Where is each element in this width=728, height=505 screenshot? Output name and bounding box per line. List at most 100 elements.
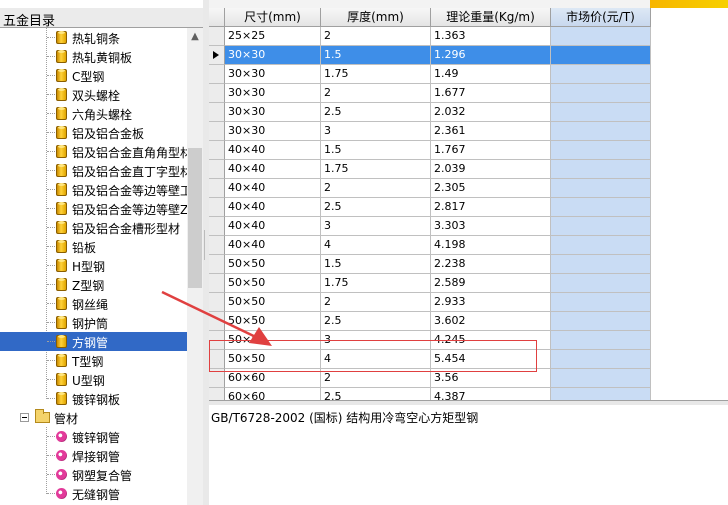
table-cell[interactable]: 4.387 [431, 388, 551, 400]
table-cell[interactable]: 3.602 [431, 312, 551, 331]
tree-item[interactable]: C型钢 [0, 66, 187, 85]
table-cell[interactable]: 40×40 [225, 160, 321, 179]
table-cell[interactable] [551, 46, 651, 65]
table-row[interactable]: 40×40 2.5 2.817 [209, 198, 651, 217]
table-cell[interactable] [551, 198, 651, 217]
table-cell[interactable] [551, 179, 651, 198]
table-cell[interactable]: 2 [321, 84, 431, 103]
tree-item[interactable]: H型钢 [0, 256, 187, 275]
column-header[interactable]: 市场价(元/T) [551, 8, 651, 27]
tree-group-pipes[interactable]: 管材 [0, 408, 187, 427]
table-cell[interactable]: 2 [321, 27, 431, 46]
table-cell[interactable]: 40×40 [225, 179, 321, 198]
table-cell[interactable] [551, 84, 651, 103]
row-header[interactable] [209, 103, 225, 122]
table-cell[interactable]: 2 [321, 293, 431, 312]
tree-item[interactable]: 铝及铝合金直丁字型材 [0, 161, 187, 180]
tree-item[interactable]: T型钢 [0, 351, 187, 370]
tree-item[interactable]: 镀锌钢板 [0, 389, 187, 408]
collapse-icon[interactable] [20, 413, 29, 422]
table-cell[interactable]: 1.5 [321, 141, 431, 160]
tree-item[interactable]: 无缝钢管 [0, 484, 187, 503]
table-cell[interactable] [551, 293, 651, 312]
table-cell[interactable]: 50×50 [225, 293, 321, 312]
tree-item[interactable]: 铝及铝合金直角角型材 [0, 142, 187, 161]
table-cell[interactable]: 1.363 [431, 27, 551, 46]
table-cell[interactable]: 4.198 [431, 236, 551, 255]
table-cell[interactable]: 2.305 [431, 179, 551, 198]
table-row[interactable]: 30×30 1.75 1.49 [209, 65, 651, 84]
tree-item[interactable]: 铝及铝合金等边等壁Z字型材 [0, 199, 187, 218]
tree-item[interactable]: 铝及铝合金板 [0, 123, 187, 142]
row-header[interactable] [209, 312, 225, 331]
table-row[interactable]: 30×30 2 1.677 [209, 84, 651, 103]
tree-item[interactable]: 铅板 [0, 237, 187, 256]
table-cell[interactable]: 40×40 [225, 217, 321, 236]
tree-item[interactable]: 双头螺栓 [0, 85, 187, 104]
table-cell[interactable] [551, 255, 651, 274]
table-cell[interactable]: 30×30 [225, 122, 321, 141]
row-header[interactable] [209, 141, 225, 160]
tree-item[interactable]: Z型钢 [0, 275, 187, 294]
table-cell[interactable]: 4 [321, 236, 431, 255]
table-row[interactable]: 50×50 1.5 2.238 [209, 255, 651, 274]
tree-item[interactable]: 焊接钢管 [0, 446, 187, 465]
row-header[interactable] [209, 65, 225, 84]
table-cell[interactable]: 1.5 [321, 46, 431, 65]
table-cell[interactable]: 30×30 [225, 103, 321, 122]
table-row[interactable]: 40×40 2 2.305 [209, 179, 651, 198]
tree-item[interactable]: 热轧黄铜板 [0, 47, 187, 66]
row-header[interactable] [209, 217, 225, 236]
row-header[interactable] [209, 160, 225, 179]
table-row[interactable]: 30×30 3 2.361 [209, 122, 651, 141]
table-cell[interactable]: 1.75 [321, 160, 431, 179]
table-cell[interactable]: 3.303 [431, 217, 551, 236]
table-cell[interactable]: 1.75 [321, 274, 431, 293]
table-cell[interactable]: 2.032 [431, 103, 551, 122]
row-header[interactable] [209, 46, 225, 65]
table-cell[interactable]: 40×40 [225, 236, 321, 255]
table-row[interactable]: 50×50 1.75 2.589 [209, 274, 651, 293]
column-header[interactable]: 理论重量(Kg/m) [431, 8, 551, 27]
row-header[interactable] [209, 84, 225, 103]
table-cell[interactable]: 2 [321, 179, 431, 198]
row-header[interactable] [209, 198, 225, 217]
column-header[interactable]: 厚度(mm) [321, 8, 431, 27]
tree-item[interactable]: 六角头螺栓 [0, 104, 187, 123]
table-cell[interactable]: 1.296 [431, 46, 551, 65]
tree-item[interactable]: 钢护筒 [0, 313, 187, 332]
tree-item[interactable]: 铝及铝合金等边等壁工字型材 [0, 180, 187, 199]
table-cell[interactable]: 50×50 [225, 255, 321, 274]
column-header[interactable]: 尺寸(mm) [225, 8, 321, 27]
table-row[interactable]: 40×40 4 4.198 [209, 236, 651, 255]
table-cell[interactable]: 2.5 [321, 388, 431, 400]
table-cell[interactable]: 2.361 [431, 122, 551, 141]
table-cell[interactable] [551, 388, 651, 400]
table-cell[interactable]: 25×25 [225, 27, 321, 46]
table-cell[interactable] [551, 27, 651, 46]
tree-item[interactable]: 铝及铝合金槽形型材 [0, 218, 187, 237]
table-cell[interactable]: 1.677 [431, 84, 551, 103]
table-cell[interactable] [551, 274, 651, 293]
table-cell[interactable]: 1.5 [321, 255, 431, 274]
table-cell[interactable]: 1.767 [431, 141, 551, 160]
table-cell[interactable] [551, 312, 651, 331]
row-header[interactable] [209, 27, 225, 46]
table-cell[interactable]: 2.5 [321, 103, 431, 122]
table-row[interactable]: 40×40 3 3.303 [209, 217, 651, 236]
table-row[interactable]: 30×30 2.5 2.032 [209, 103, 651, 122]
row-header[interactable] [209, 293, 225, 312]
row-header[interactable] [209, 388, 225, 400]
table-row[interactable]: 60×60 2.5 4.387 [209, 388, 651, 400]
table-cell[interactable]: 2.238 [431, 255, 551, 274]
table-row[interactable]: 50×50 2.5 3.602 [209, 312, 651, 331]
table-cell[interactable]: 1.75 [321, 65, 431, 84]
table-cell[interactable]: 3 [321, 217, 431, 236]
tree-scrollbar[interactable]: ▲ [187, 28, 203, 505]
table-row[interactable]: 50×50 2 2.933 [209, 293, 651, 312]
table-cell[interactable]: 40×40 [225, 141, 321, 160]
scroll-up-arrow-icon[interactable]: ▲ [187, 28, 203, 45]
tree-item[interactable]: 方钢管 [0, 332, 187, 351]
table-cell[interactable] [551, 122, 651, 141]
catalog-tree[interactable]: 热轧铜条 热轧黄铜板 C型钢 双头螺栓 六角头螺栓 铝及铝合金板 铝及铝合金直角角型材 铝及铝… [0, 28, 187, 505]
